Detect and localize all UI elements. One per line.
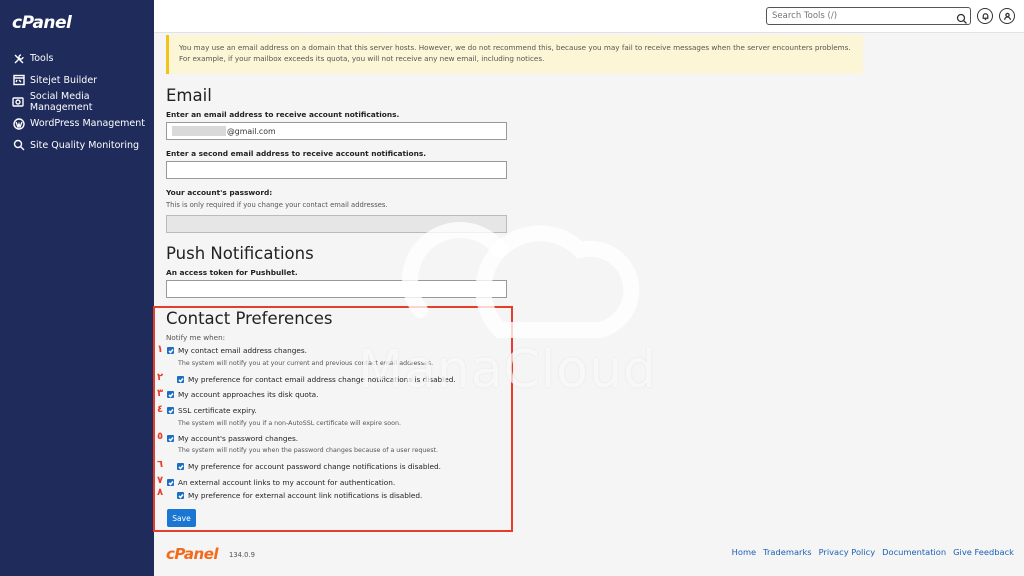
pref-external-account[interactable]: An external account links to my account … — [167, 478, 395, 487]
footer-link-privacy[interactable]: Privacy Policy — [819, 547, 876, 557]
checkbox[interactable] — [177, 463, 184, 470]
email-heading: Email — [166, 86, 212, 105]
social-media-icon — [12, 95, 25, 108]
site-quality-icon — [12, 139, 25, 152]
sidebar-item-wordpress[interactable]: WordPress Management — [0, 113, 154, 135]
pref-label: My preference for account password chang… — [188, 462, 441, 471]
sidebar-item-social-media[interactable]: Social Media Management — [0, 91, 154, 113]
checkbox[interactable] — [177, 376, 184, 383]
pref-note: The system will notify you at your curre… — [178, 360, 434, 367]
sidebar-item-label: Sitejet Builder — [30, 74, 98, 86]
pref-label: SSL certificate expiry. — [178, 406, 257, 415]
contact-preferences-heading: Contact Preferences — [166, 309, 333, 328]
pref-label: My preference for external account link … — [188, 491, 423, 500]
tools-icon — [12, 52, 25, 65]
warning-notice: You may use an email address on a domain… — [166, 35, 863, 74]
pref-contact-email-change[interactable]: My contact email address changes. — [167, 346, 307, 355]
pref-label: My preference for contact email address … — [188, 375, 456, 384]
search-input[interactable] — [766, 7, 971, 25]
sidebar-item-label: Social Media Management — [29, 90, 93, 113]
pref-ssl-expiry[interactable]: SSL certificate expiry. — [167, 406, 257, 415]
footer-link-documentation[interactable]: Documentation — [882, 547, 946, 557]
pushbullet-label: An access token for Pushbullet. — [166, 268, 298, 277]
password-help: This is only required if you change your… — [166, 201, 388, 209]
pref-note: The system will notify you if a non-Auto… — [178, 420, 401, 427]
pref-label: An external account links to my account … — [178, 478, 396, 487]
checkbox[interactable] — [167, 347, 174, 354]
version-label: 134.0.9 — [229, 551, 255, 559]
notifications-button[interactable] — [977, 8, 993, 24]
save-button[interactable]: Save — [167, 509, 196, 527]
pref-label: My account's password changes. — [178, 434, 299, 443]
sidebar-nav: Tools Sitejet Builder Social Media Manag… — [0, 48, 154, 156]
step-number: ٦ — [157, 459, 164, 470]
sidebar-item-tools[interactable]: Tools — [0, 48, 154, 70]
notify-intro: Notify me when: — [166, 333, 226, 342]
pref-contact-email-disabled[interactable]: My preference for contact email address … — [177, 375, 456, 384]
password-field[interactable] — [166, 215, 507, 233]
search-icon[interactable] — [956, 10, 968, 24]
footer-link-feedback[interactable]: Give Feedback — [953, 547, 1014, 557]
password-label: Your account's password: — [166, 188, 273, 197]
step-number: ٢ — [157, 372, 164, 383]
checkbox[interactable] — [167, 479, 174, 486]
checkbox[interactable] — [177, 492, 184, 499]
pref-external-disabled[interactable]: My preference for external account link … — [177, 491, 422, 500]
second-email-label: Enter a second email address to receive … — [166, 149, 427, 158]
user-icon — [1003, 12, 1011, 20]
cpanel-logo[interactable]: cPanel — [12, 13, 72, 33]
footer-links: Home Trademarks Privacy Policy Documenta… — [732, 547, 1014, 557]
second-email-field[interactable] — [166, 161, 507, 179]
wordpress-icon — [12, 117, 25, 130]
step-number: ٨ — [157, 487, 164, 498]
footer-cpanel-logo[interactable]: cPanel — [166, 545, 219, 563]
bell-icon — [982, 12, 988, 20]
sidebar-item-site-quality[interactable]: Site Quality Monitoring — [0, 134, 154, 156]
footer-link-home[interactable]: Home — [732, 547, 757, 557]
email-label: Enter an email address to receive accoun… — [166, 110, 400, 119]
step-number: ١ — [157, 344, 164, 355]
step-number: ٣ — [157, 388, 164, 399]
sidebar-item-sitejet[interactable]: Sitejet Builder — [0, 70, 154, 92]
sidebar: cPanel Tools Sitejet Builder Social Medi… — [0, 0, 154, 576]
sidebar-item-label: WordPress Management — [30, 118, 146, 130]
user-menu-button[interactable] — [999, 8, 1015, 24]
pref-password-change[interactable]: My account's password changes. — [167, 434, 298, 443]
pushbullet-token-field[interactable] — [166, 280, 507, 298]
pref-disk-quota[interactable]: My account approaches its disk quota. — [167, 390, 318, 399]
step-number: ٧ — [157, 475, 164, 486]
pref-password-disabled[interactable]: My preference for account password chang… — [177, 462, 441, 471]
checkbox[interactable] — [167, 407, 174, 414]
step-number: ٤ — [157, 404, 164, 415]
pref-label: My contact email address changes. — [178, 346, 307, 355]
pref-note: The system will notify you when the pass… — [178, 447, 438, 454]
sidebar-item-label: Tools — [30, 53, 54, 65]
pref-label: My account approaches its disk quota. — [178, 390, 319, 399]
footer-link-trademarks[interactable]: Trademarks — [763, 547, 811, 557]
redacted-email-prefix — [172, 126, 226, 136]
checkbox[interactable] — [167, 435, 174, 442]
sidebar-item-label: Site Quality Monitoring — [30, 139, 140, 151]
push-heading: Push Notifications — [166, 244, 314, 263]
step-number: ٥ — [157, 431, 164, 442]
sitejet-icon — [12, 74, 25, 87]
checkbox[interactable] — [167, 391, 174, 398]
